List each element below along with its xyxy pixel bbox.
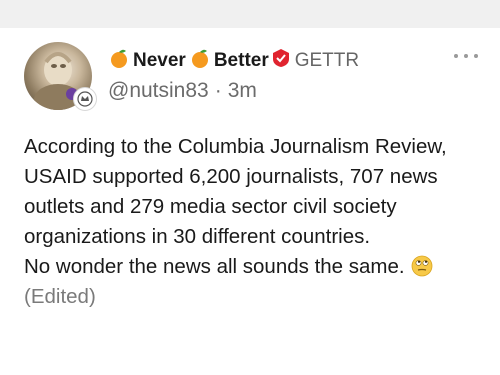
eye-roll-face-icon — [411, 255, 433, 277]
author-name-part2: Better — [213, 50, 269, 71]
tier-badge-icon — [73, 87, 97, 111]
author-name-part1: Never — [133, 50, 186, 71]
gettr-brand-label: GETTR — [294, 50, 360, 71]
post-time: 3m — [227, 79, 257, 102]
post-body: According to the Columbia Journalism Rev… — [24, 132, 480, 312]
author-name[interactable]: Never Better GETTR — [108, 48, 359, 74]
more-options-icon[interactable] — [454, 50, 478, 62]
orange-fruit-icon — [189, 47, 211, 75]
author-meta: @nutsin83 · 3m — [108, 78, 257, 104]
meta-separator: · — [214, 79, 222, 102]
post-card[interactable]: Never Better GETTR @nutsin83 · 3m Accord… — [0, 28, 500, 375]
post-body-second-line: No wonder the news all sounds the same. — [24, 252, 480, 282]
post-body-comment: No wonder the news all sounds the same. — [24, 255, 405, 278]
author-handle[interactable]: @nutsin83 — [108, 79, 209, 103]
post-body-paragraph: According to the Columbia Journalism Rev… — [24, 135, 447, 248]
top-divider-strip — [0, 0, 500, 28]
orange-fruit-icon — [108, 47, 130, 75]
gettr-verified-badge-icon — [272, 48, 290, 74]
edited-label: (Edited) — [24, 285, 96, 308]
